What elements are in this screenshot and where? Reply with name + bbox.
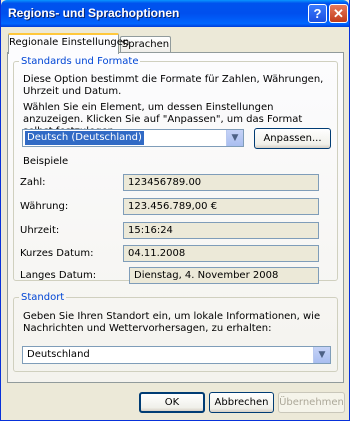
- location-dropdown[interactable]: Deutschland ▼: [22, 346, 331, 364]
- apply-button: Übernehmen: [278, 392, 345, 413]
- short-date-value: 04.11.2008: [123, 245, 319, 262]
- title-bar[interactable]: Regions- und Sprachoptionen ? ✕: [1, 0, 349, 27]
- location-description: Geben Sie Ihren Standort ein, um lokale …: [23, 311, 321, 334]
- help-icon: ?: [313, 6, 322, 21]
- cancel-button[interactable]: Abbrechen: [209, 392, 274, 413]
- number-value: 123456789.00: [123, 174, 319, 191]
- standards-group-title: Standards und Formate: [21, 56, 139, 67]
- number-label: Zahl:: [20, 177, 46, 188]
- close-button[interactable]: ✕: [329, 4, 348, 23]
- format-dropdown-value: Deutsch (Deutschland): [25, 131, 144, 145]
- ok-button[interactable]: OK: [139, 392, 205, 413]
- chevron-down-icon[interactable]: ▼: [313, 347, 330, 363]
- time-value: 15:16:24: [123, 222, 319, 239]
- currency-value: 123.456.789,00 €: [123, 198, 319, 215]
- tab-regional-settings[interactable]: Regionale Einstellungen: [8, 33, 129, 54]
- short-date-label: Kurzes Datum:: [20, 248, 94, 259]
- tab-panel: Standards und Formate Diese Option besti…: [7, 52, 344, 383]
- close-icon: ✕: [333, 6, 344, 21]
- dialog-window: Regions- und Sprachoptionen ? ✕ Regional…: [0, 0, 350, 421]
- currency-label: Währung:: [20, 201, 69, 212]
- help-button[interactable]: ?: [308, 4, 327, 23]
- customize-button[interactable]: Anpassen...: [254, 128, 331, 149]
- format-dropdown[interactable]: Deutsch (Deutschland) ▼: [22, 129, 244, 147]
- location-dropdown-value: Deutschland: [27, 349, 90, 360]
- chevron-down-icon[interactable]: ▼: [226, 130, 243, 146]
- standards-description: Diese Option bestimmt die Formate für Za…: [23, 74, 324, 97]
- examples-heading: Beispiele: [23, 156, 69, 167]
- window-title: Regions- und Sprachoptionen: [8, 6, 180, 20]
- time-label: Uhrzeit:: [20, 225, 60, 236]
- long-date-value: Dienstag, 4. November 2008: [129, 267, 319, 284]
- long-date-label: Langes Datum:: [20, 270, 97, 281]
- location-group-title: Standort: [21, 292, 65, 303]
